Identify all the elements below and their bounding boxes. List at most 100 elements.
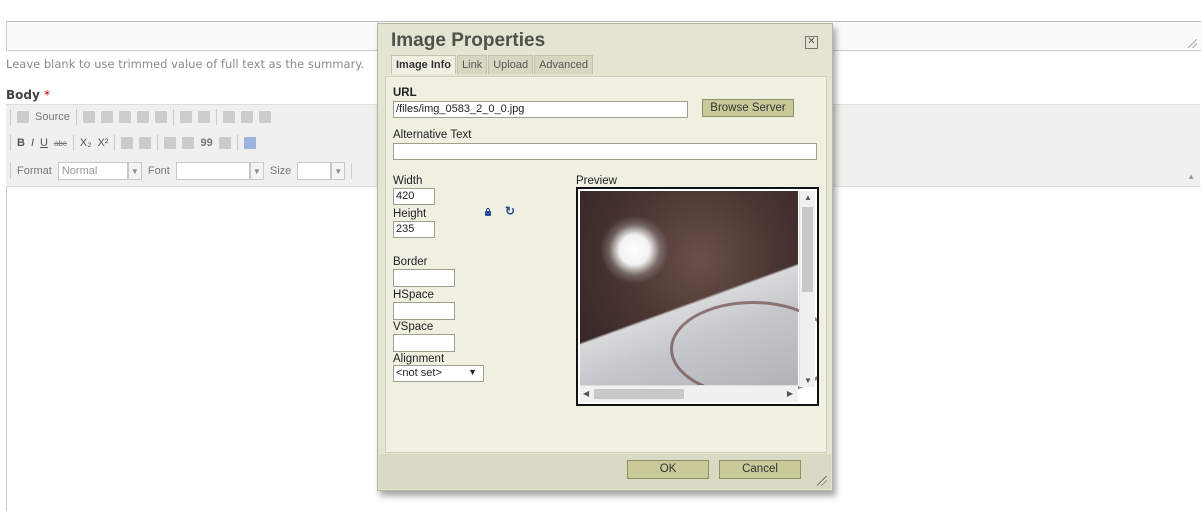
dialog-tabs: Image Info Link Upload Advanced: [391, 55, 594, 74]
browse-server-button[interactable]: Browse Server: [702, 99, 794, 117]
height-label: Height: [393, 208, 427, 220]
size-label: Size: [269, 165, 292, 177]
url-input[interactable]: /files/img_0583_2_0_0.jpg: [393, 101, 688, 118]
dialog-title: Image Properties: [391, 30, 546, 51]
cancel-button[interactable]: Cancel: [719, 460, 801, 479]
dialog-footer: OK Cancel: [379, 454, 831, 489]
height-input[interactable]: 235: [393, 221, 435, 238]
toolbar-row-3: Format Normal ▼ Font ▼ Size ▼: [10, 161, 353, 181]
hspace-input[interactable]: [393, 302, 455, 320]
toolbar-separator: [75, 109, 77, 125]
preview-horizontal-scrollbar[interactable]: ◀ ▶: [580, 385, 798, 402]
tab-upload[interactable]: Upload: [488, 55, 534, 74]
source-icon: [17, 111, 29, 123]
image-properties-dialog: Image Properties ✕ Image Info Link Uploa…: [377, 23, 833, 491]
format-label: Format: [17, 165, 52, 177]
numbered-list-icon[interactable]: [121, 137, 134, 149]
body-label: Body *: [6, 88, 50, 102]
border-label: Border: [393, 256, 428, 268]
paste-icon[interactable]: [118, 111, 131, 123]
tab-image-info[interactable]: Image Info: [391, 55, 457, 74]
cut-icon[interactable]: [82, 111, 95, 123]
vspace-input[interactable]: [393, 334, 455, 352]
subscript-icon[interactable]: X₂: [80, 137, 92, 149]
toolbar-separator: [215, 109, 217, 125]
source-button[interactable]: Source: [35, 111, 70, 123]
tab-advanced[interactable]: Advanced: [534, 55, 593, 74]
body-label-text: Body: [6, 88, 40, 102]
align-left-icon[interactable]: [243, 137, 256, 149]
indent-icon[interactable]: [182, 137, 195, 149]
lock-ratio-icon[interactable]: [485, 208, 491, 216]
blockquote-icon[interactable]: 99: [200, 137, 212, 149]
size-select[interactable]: [297, 162, 332, 180]
chevron-down-icon[interactable]: ▼: [127, 162, 142, 180]
alt-text-input[interactable]: [393, 143, 817, 160]
outdent-icon[interactable]: [164, 137, 177, 149]
chevron-down-icon[interactable]: ▼: [331, 162, 346, 180]
tab-link[interactable]: Link: [457, 55, 488, 74]
find-icon[interactable]: [258, 111, 271, 123]
toolbar-separator: [72, 135, 74, 151]
summary-hint: Leave blank to use trimmed value of full…: [6, 57, 365, 71]
copy-icon[interactable]: [100, 111, 113, 123]
width-input[interactable]: 420: [393, 188, 435, 205]
undo-icon[interactable]: [222, 111, 235, 123]
toolbar-row-1: Source: [10, 107, 271, 127]
required-mark: *: [44, 88, 50, 102]
preview-vertical-scrollbar[interactable]: ▲ ▼: [799, 191, 815, 387]
vspace-label: VSpace: [393, 321, 434, 333]
alt-text-label: Alternative Text: [393, 129, 472, 141]
close-icon[interactable]: ✕: [805, 36, 818, 49]
toolbar-separator: [10, 135, 11, 151]
strikethrough-icon[interactable]: abc: [54, 139, 67, 148]
ok-button[interactable]: OK: [627, 460, 709, 479]
scroll-right-icon[interactable]: ▶: [787, 389, 793, 398]
toolbar-separator: [114, 135, 116, 151]
reset-size-icon[interactable]: ↻: [505, 204, 515, 218]
image-info-panel: URL /files/img_0583_2_0_0.jpg Browse Ser…: [385, 76, 827, 453]
bold-icon[interactable]: B: [17, 137, 25, 149]
toolbar-separator: [10, 109, 11, 125]
border-input[interactable]: [393, 269, 455, 287]
vertical-scroll-thumb[interactable]: [802, 207, 813, 292]
toolbar-separator: [172, 109, 174, 125]
spellcheck-menu-icon[interactable]: [197, 111, 210, 123]
font-select[interactable]: [175, 162, 250, 180]
width-label: Width: [393, 175, 423, 187]
format-select[interactable]: Normal: [57, 162, 128, 180]
editor-scroll-up-icon[interactable]: ▲: [1187, 172, 1195, 181]
horizontal-scroll-thumb[interactable]: [594, 389, 684, 399]
redo-icon[interactable]: [240, 111, 253, 123]
preview-image: [580, 191, 817, 397]
underline-icon[interactable]: U: [40, 137, 48, 149]
scroll-down-icon[interactable]: ▼: [804, 376, 812, 385]
preview-label: Preview: [576, 175, 617, 187]
paste-text-icon[interactable]: [136, 111, 149, 123]
dialog-resize-grip-icon[interactable]: [817, 476, 827, 486]
alignment-value: <not set>: [396, 367, 442, 379]
chevron-down-icon[interactable]: ▼: [249, 162, 264, 180]
alignment-label: Alignment: [393, 353, 445, 365]
scroll-left-icon[interactable]: ◀: [583, 389, 589, 398]
preview-pane: ▲ ▼ ◀ ▶: [576, 187, 819, 406]
glasses-shape: [670, 301, 817, 397]
toolbar-separator: [157, 135, 159, 151]
bulleted-list-icon[interactable]: [139, 137, 152, 149]
italic-icon[interactable]: I: [31, 137, 34, 149]
toolbar-separator: [351, 163, 353, 179]
superscript-icon[interactable]: X²: [97, 137, 108, 149]
paste-word-icon[interactable]: [154, 111, 167, 123]
spellcheck-icon[interactable]: [179, 111, 192, 123]
scroll-up-icon[interactable]: ▲: [804, 193, 812, 202]
toolbar-separator: [236, 135, 238, 151]
resize-grip-icon[interactable]: [1188, 39, 1197, 48]
hspace-label: HSpace: [393, 289, 434, 301]
url-label: URL: [393, 87, 417, 99]
font-label: Font: [147, 165, 170, 177]
alignment-select[interactable]: <not set> ▼: [393, 365, 484, 382]
chevron-down-icon: ▼: [468, 367, 477, 377]
toolbar-row-2: B I U abc X₂ X² 99: [10, 133, 256, 153]
div-icon[interactable]: [218, 137, 231, 149]
toolbar-separator: [10, 163, 11, 179]
